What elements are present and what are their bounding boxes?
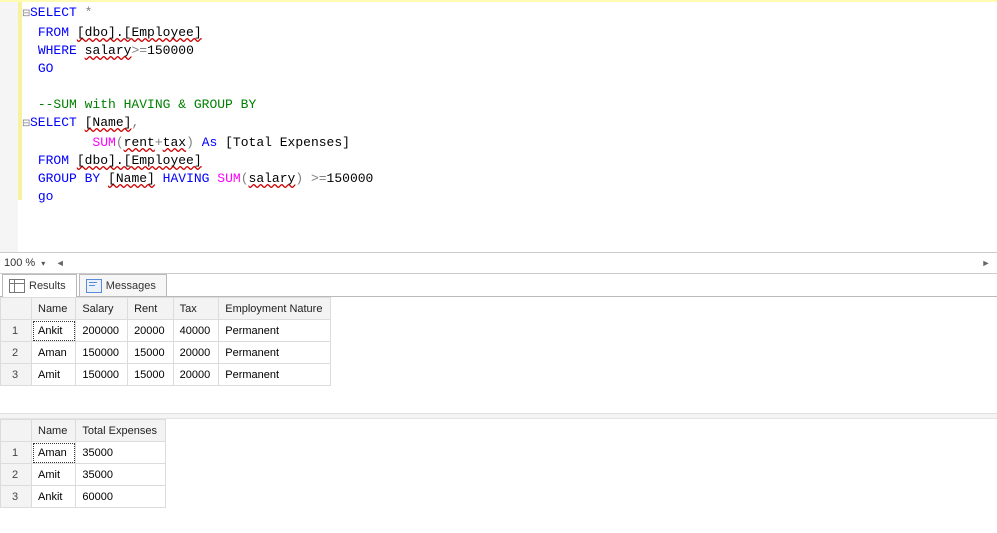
cell[interactable]: 20000 [173,364,219,386]
cell[interactable]: 200000 [76,320,128,342]
cell[interactable]: 15000 [128,342,174,364]
row-number[interactable]: 2 [1,342,32,364]
horizontal-mini-scroll[interactable]: ◄ ► [53,255,997,271]
outline-collapse-icon[interactable]: ⊟ [22,6,30,24]
results-tab-strip: Results Messages [0,274,997,297]
table-row[interactable]: 2 Aman 150000 15000 20000 Permanent [1,342,331,364]
cell[interactable]: 35000 [76,464,166,486]
editor-gutter [0,2,18,252]
row-number[interactable]: 1 [1,442,32,464]
cell[interactable]: Aman [32,342,76,364]
col-header[interactable]: Name [32,298,76,320]
results-area: Name Salary Rent Tax Employment Nature 1… [0,297,997,533]
sql-editor[interactable]: ⊟SELECT * FROM [dbo].[Employee] WHERE sa… [0,0,997,253]
table-row[interactable]: 3 Amit 150000 15000 20000 Permanent [1,364,331,386]
tab-label: Results [29,280,66,292]
tab-label: Messages [106,280,156,292]
tab-results[interactable]: Results [2,274,77,297]
cell[interactable]: 150000 [76,342,128,364]
cell[interactable]: 20000 [173,342,219,364]
grid-icon [9,279,25,293]
cell[interactable]: 35000 [76,442,166,464]
tab-messages[interactable]: Messages [79,274,167,296]
cell[interactable]: Ankit [32,320,76,342]
row-number[interactable]: 1 [1,320,32,342]
cell[interactable]: Ankit [32,486,76,508]
cell[interactable]: Permanent [219,364,331,386]
cell[interactable]: 150000 [76,364,128,386]
chevron-right-icon[interactable]: ► [979,256,993,270]
chevron-left-icon[interactable]: ◄ [53,256,67,270]
row-number[interactable]: 3 [1,486,32,508]
select-all-corner[interactable] [1,420,32,442]
cell[interactable]: Permanent [219,320,331,342]
result-grid-2[interactable]: Name Total Expenses 1 Aman 35000 2 Amit … [0,418,997,533]
col-header[interactable]: Tax [173,298,219,320]
code-area[interactable]: ⊟SELECT * FROM [dbo].[Employee] WHERE sa… [0,2,997,206]
change-indicator [18,2,22,200]
cell[interactable]: 20000 [128,320,174,342]
zoom-bar: 100 % ▾ ◄ ► [0,253,997,274]
cell[interactable]: 15000 [128,364,174,386]
cell[interactable]: Aman [32,442,76,464]
result-grid-1[interactable]: Name Salary Rent Tax Employment Nature 1… [0,297,997,413]
zoom-dropdown-icon[interactable]: ▾ [41,259,45,268]
cell[interactable]: 40000 [173,320,219,342]
cell[interactable]: Amit [32,364,76,386]
col-header[interactable]: Name [32,420,76,442]
cell[interactable]: Permanent [219,342,331,364]
col-header[interactable]: Employment Nature [219,298,331,320]
cell[interactable]: Amit [32,464,76,486]
messages-icon [86,279,102,293]
row-number[interactable]: 3 [1,364,32,386]
select-all-corner[interactable] [1,298,32,320]
row-number[interactable]: 2 [1,464,32,486]
outline-collapse-icon[interactable]: ⊟ [22,116,30,134]
table-row[interactable]: 3 Ankit 60000 [1,486,166,508]
zoom-level[interactable]: 100 % [4,257,35,269]
col-header[interactable]: Rent [128,298,174,320]
table-row[interactable]: 2 Amit 35000 [1,464,166,486]
table-row[interactable]: 1 Aman 35000 [1,442,166,464]
col-header[interactable]: Total Expenses [76,420,166,442]
col-header[interactable]: Salary [76,298,128,320]
cell[interactable]: 60000 [76,486,166,508]
table-row[interactable]: 1 Ankit 200000 20000 40000 Permanent [1,320,331,342]
